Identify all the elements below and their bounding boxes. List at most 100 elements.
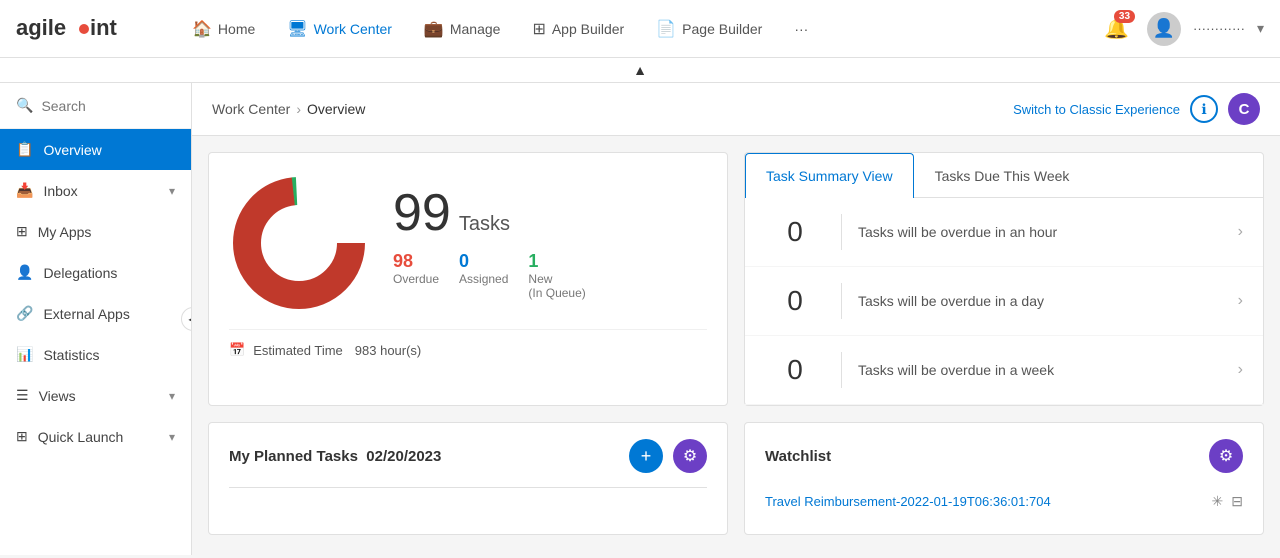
- task-row-chevron-2: ›: [1238, 292, 1243, 310]
- new-label: New(In Queue): [528, 272, 585, 300]
- nav-manage[interactable]: 💼 Manage: [410, 11, 515, 47]
- planned-title: My Planned Tasks 02/20/2023: [229, 448, 441, 465]
- new-count: 1 New(In Queue): [528, 251, 585, 300]
- notification-button[interactable]: 🔔 33: [1098, 10, 1135, 47]
- nav-page-builder-label: Page Builder: [682, 21, 762, 37]
- tab-tasks-due-label: Tasks Due This Week: [935, 168, 1070, 184]
- nav-page-builder[interactable]: 📄 Page Builder: [642, 11, 776, 47]
- sidebar: 🔍 Search 📋 Overview 📥 Inbox ▾ ⊞ My Apps …: [0, 83, 192, 555]
- user-dropdown-icon[interactable]: ▾: [1257, 20, 1264, 37]
- search-icon: 🔍: [16, 97, 33, 114]
- sidebar-item-views[interactable]: ☰ Views ▾: [0, 375, 191, 416]
- sidebar-item-inbox[interactable]: 📥 Inbox ▾: [0, 170, 191, 211]
- task-row-chevron-1: ›: [1238, 223, 1243, 241]
- breadcrumb-current: Overview: [307, 101, 365, 117]
- task-sub-counts: 98 Overdue 0 Assigned 1 New(In Queue): [393, 251, 586, 300]
- tasks-label: Tasks: [459, 213, 510, 236]
- user-name[interactable]: ············: [1193, 21, 1245, 36]
- watchlist-gear-icon: ⚙: [1219, 446, 1233, 466]
- svg-text:int: int: [90, 15, 118, 40]
- task-count-hour: 0: [765, 216, 825, 248]
- donut-chart: [229, 173, 369, 313]
- sidebar-search[interactable]: 🔍 Search: [0, 83, 191, 129]
- task-desc-hour: Tasks will be overdue in an hour: [858, 224, 1238, 240]
- overview-grid: 99 Tasks 98 Overdue 0 Assigned: [192, 136, 1280, 551]
- nav-app-builder[interactable]: ⊞ App Builder: [518, 11, 638, 47]
- statistics-icon: 📊: [16, 346, 33, 363]
- monitor-icon: 🖥: [287, 19, 307, 39]
- breadcrumb-parent[interactable]: Work Center: [212, 101, 290, 117]
- overdue-number: 98: [393, 251, 439, 272]
- external-apps-icon: 🔗: [16, 305, 33, 322]
- watchlist-item-icons: ✳ ⊟: [1212, 493, 1243, 510]
- add-planned-task-button[interactable]: +: [629, 439, 663, 473]
- inbox-icon: 📥: [16, 182, 33, 199]
- task-row-day[interactable]: 0 Tasks will be overdue in a day ›: [745, 267, 1263, 336]
- user-avatar[interactable]: 👤: [1147, 12, 1181, 46]
- new-number: 1: [528, 251, 585, 272]
- nav-more[interactable]: ···: [780, 13, 822, 45]
- planned-actions: + ⚙: [629, 439, 707, 473]
- sidebar-item-statistics-label: Statistics: [43, 347, 99, 363]
- task-row-week[interactable]: 0 Tasks will be overdue in a week ›: [745, 336, 1263, 405]
- settings-sliders-icon[interactable]: ✳: [1212, 493, 1224, 510]
- inbox-chevron-icon: ▾: [169, 184, 175, 198]
- assigned-label: Assigned: [459, 272, 508, 286]
- tab-tasks-due-this-week[interactable]: Tasks Due This Week: [914, 153, 1091, 198]
- info-icon: ℹ: [1201, 101, 1206, 118]
- task-row-hour[interactable]: 0 Tasks will be overdue in an hour ›: [745, 198, 1263, 267]
- sidebar-item-views-label: Views: [39, 388, 76, 404]
- sidebar-item-external-apps[interactable]: 🔗 External Apps: [0, 293, 191, 334]
- sidebar-item-inbox-label: Inbox: [43, 183, 77, 199]
- sidebar-item-statistics[interactable]: 📊 Statistics: [0, 334, 191, 375]
- collapse-bar[interactable]: ▲: [0, 58, 1280, 83]
- task-counts: 99 Tasks 98 Overdue 0 Assigned: [393, 187, 586, 300]
- nav-items: 🏠 Home 🖥 Work Center 💼 Manage ⊞ App Buil…: [178, 11, 1098, 47]
- nav-home-label: Home: [218, 21, 255, 37]
- tab-bar: Task Summary View Tasks Due This Week: [745, 153, 1263, 198]
- chevron-up-icon: ▲: [633, 62, 647, 78]
- briefcase-icon: 💼: [424, 19, 444, 39]
- my-apps-icon: ⊞: [16, 223, 28, 240]
- sidebar-item-quick-launch-label: Quick Launch: [38, 429, 124, 445]
- tab-task-summary-view[interactable]: Task Summary View: [745, 153, 914, 198]
- quick-launch-chevron-icon: ▾: [169, 430, 175, 444]
- sidebar-item-quick-launch[interactable]: ⊞ Quick Launch ▾: [0, 416, 191, 457]
- sidebar-item-my-apps-label: My Apps: [38, 224, 92, 240]
- task-count-day: 0: [765, 285, 825, 317]
- planned-tasks-card: My Planned Tasks 02/20/2023 + ⚙: [208, 422, 728, 535]
- user-initial-avatar[interactable]: C: [1228, 93, 1260, 125]
- switch-to-classic-link[interactable]: Switch to Classic Experience: [1013, 102, 1180, 117]
- estimated-row: 📅 Estimated Time 983 hour(s): [229, 329, 707, 358]
- sidebar-item-my-apps[interactable]: ⊞ My Apps: [0, 211, 191, 252]
- nav-home[interactable]: 🏠 Home: [178, 11, 269, 47]
- views-icon: ☰: [16, 387, 29, 404]
- home-icon: 🏠: [192, 19, 212, 39]
- breadcrumb: Work Center › Overview: [212, 101, 365, 117]
- main-content: Work Center › Overview Switch to Classic…: [192, 83, 1280, 555]
- stats-card: 99 Tasks 98 Overdue 0 Assigned: [208, 152, 728, 406]
- planned-title-text: My Planned Tasks: [229, 448, 358, 465]
- overdue-label: Overdue: [393, 272, 439, 286]
- nav-more-label: ···: [794, 21, 808, 37]
- task-summary-card: Task Summary View Tasks Due This Week 0 …: [744, 152, 1264, 406]
- list-icon[interactable]: ⊟: [1231, 493, 1243, 510]
- task-desc-day: Tasks will be overdue in a day: [858, 293, 1238, 309]
- watchlist-settings-button[interactable]: ⚙: [1209, 439, 1243, 473]
- overdue-count: 98 Overdue: [393, 251, 439, 300]
- search-label: Search: [41, 98, 85, 114]
- logo[interactable]: agile int: [16, 11, 146, 46]
- watchlist-link[interactable]: Travel Reimbursement-2022-01-19T06:36:01…: [765, 494, 1051, 509]
- sidebar-item-overview[interactable]: 📋 Overview: [0, 129, 191, 170]
- nav-work-center[interactable]: 🖥 Work Center: [273, 11, 406, 47]
- task-divider-1: [841, 214, 842, 250]
- gear-icon: ⚙: [683, 446, 697, 466]
- breadcrumb-actions: Switch to Classic Experience ℹ C: [1013, 93, 1260, 125]
- task-count-week: 0: [765, 354, 825, 386]
- info-button[interactable]: ℹ: [1190, 95, 1218, 123]
- delegations-icon: 👤: [16, 264, 33, 281]
- sidebar-item-delegations[interactable]: 👤 Delegations: [0, 252, 191, 293]
- planned-settings-button[interactable]: ⚙: [673, 439, 707, 473]
- estimated-label: Estimated Time: [253, 343, 343, 358]
- sidebar-item-delegations-label: Delegations: [43, 265, 117, 281]
